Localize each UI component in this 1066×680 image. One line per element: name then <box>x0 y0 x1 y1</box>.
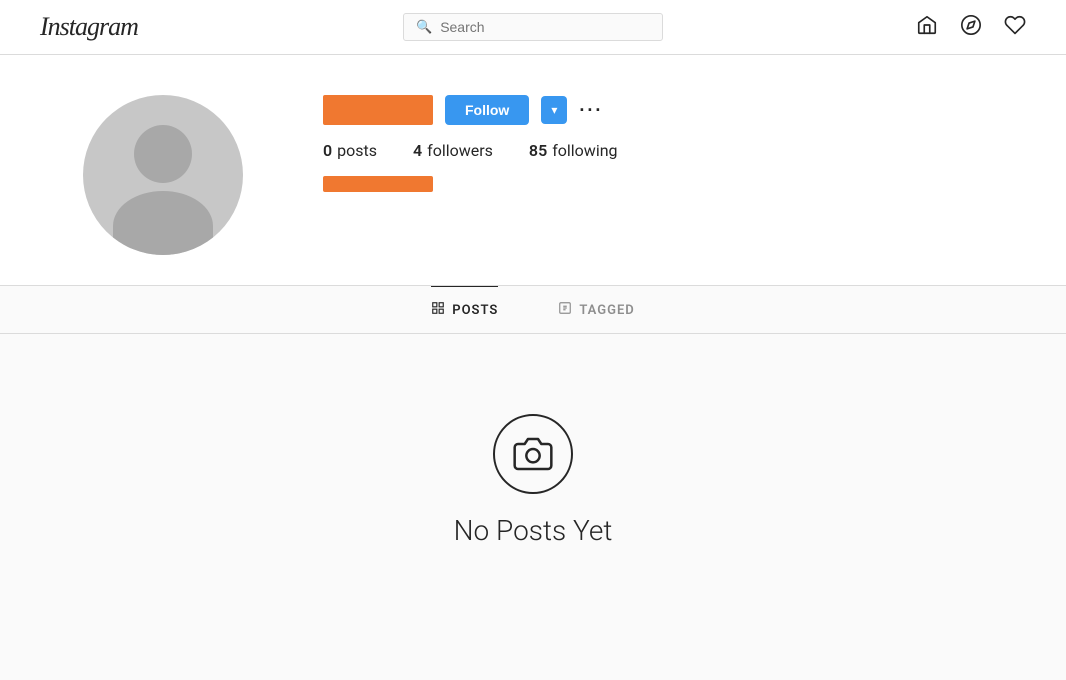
following-stat[interactable]: 85 following <box>529 141 618 160</box>
heart-icon[interactable] <box>1004 14 1026 41</box>
profile-inner: Follow ▾ ··· 0 posts 4 followers 85 foll… <box>83 95 983 255</box>
tabs-section: POSTS TAGGED <box>0 286 1066 334</box>
camera-circle <box>493 414 573 494</box>
posts-section: No Posts Yet <box>0 334 1066 587</box>
no-posts-text: No Posts Yet <box>454 514 613 547</box>
profile-info: Follow ▾ ··· 0 posts 4 followers 85 foll… <box>323 95 983 192</box>
posts-label: posts <box>337 141 377 160</box>
profile-stats: 0 posts 4 followers 85 following <box>323 141 983 160</box>
following-label: following <box>552 141 617 160</box>
posts-tab-label: POSTS <box>452 303 498 318</box>
bio-placeholder <box>323 176 433 192</box>
followers-count: 4 <box>413 141 422 160</box>
profile-section: Follow ▾ ··· 0 posts 4 followers 85 foll… <box>0 55 1066 286</box>
profile-actions-row: Follow ▾ ··· <box>323 95 983 125</box>
tab-tagged[interactable]: TAGGED <box>558 286 634 333</box>
home-icon[interactable] <box>916 14 938 41</box>
avatar-body <box>113 191 213 255</box>
followers-stat[interactable]: 4 followers <box>413 141 493 160</box>
follow-dropdown-button[interactable]: ▾ <box>541 96 567 124</box>
more-options-button[interactable]: ··· <box>579 100 603 121</box>
search-icon: 🔍 <box>416 20 432 35</box>
navbar: Instagram 🔍 <box>0 0 1066 55</box>
follow-button[interactable]: Follow <box>445 95 529 125</box>
followers-label: followers <box>427 141 493 160</box>
search-input[interactable] <box>440 19 650 35</box>
instagram-logo: Instagram <box>40 12 138 42</box>
search-container: 🔍 <box>403 13 663 41</box>
avatar-wrapper <box>83 95 243 255</box>
posts-stat[interactable]: 0 posts <box>323 141 377 160</box>
tagged-tab-icon <box>558 301 572 319</box>
tagged-tab-label: TAGGED <box>579 303 634 318</box>
avatar <box>83 95 243 255</box>
tab-posts[interactable]: POSTS <box>431 286 498 333</box>
username-placeholder <box>323 95 433 125</box>
following-count: 85 <box>529 141 547 160</box>
posts-tab-icon <box>431 301 445 319</box>
posts-count: 0 <box>323 141 332 160</box>
search-box: 🔍 <box>403 13 663 41</box>
avatar-head <box>134 125 192 183</box>
compass-icon[interactable] <box>960 14 982 41</box>
avatar-person <box>83 95 243 255</box>
navbar-icons <box>916 14 1026 41</box>
camera-icon <box>513 434 553 474</box>
